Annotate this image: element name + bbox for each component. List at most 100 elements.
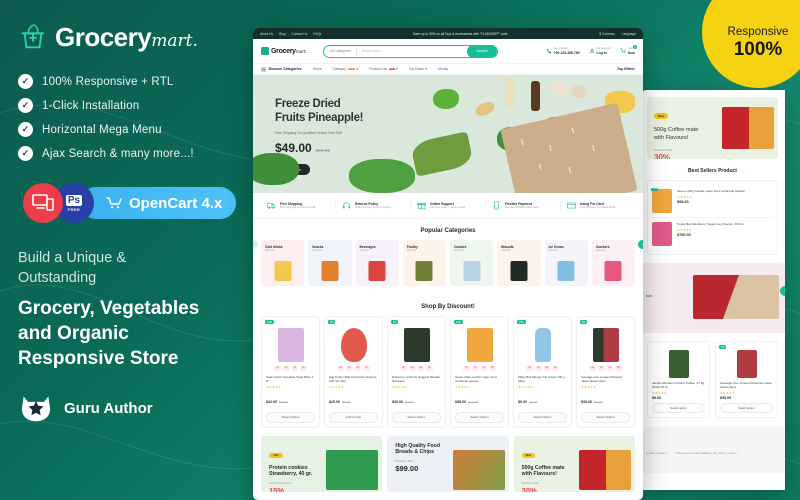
promo-banner-protein-cookies[interactable]: offer Protein cookies Strawberry, 40 gr.… [261, 435, 383, 492]
product-image [534, 328, 551, 362]
wide-chocolate-banner[interactable]: bar [640, 263, 785, 333]
topbar-link-about[interactable]: About Us [260, 32, 273, 36]
price-row: $30.00 $39.00 [392, 390, 441, 408]
nav-item-top-deals[interactable]: Top Deals ▾ [409, 67, 427, 71]
select-option-button[interactable]: Select option [652, 403, 705, 413]
dressing-bottle-image [505, 77, 514, 107]
select-option-button[interactable]: Select option [720, 403, 773, 413]
add-to-cart-button[interactable]: Add to Cart [329, 411, 378, 423]
select-option-button[interactable]: Select Option [581, 411, 630, 423]
category-view-all[interactable]: View All [265, 249, 304, 253]
product-price: $9.00 [652, 396, 661, 400]
paper-bag-image [500, 102, 638, 193]
currency-selector[interactable]: $ Currency [599, 32, 615, 36]
topbar-link-blog[interactable]: Blog [279, 32, 285, 36]
product-card[interactable]: 5% Sausage liver smoked Moscow native pl… [715, 341, 778, 418]
site-nav: Browse Categories Home Category new ▾ Prod… [253, 63, 643, 75]
product-card[interactable]: 10% 00 12 04 26 Green chilly powder supe… [450, 316, 509, 428]
product-card[interactable]: 15% 00 12 04 26 Milky Mist Mango fruit Y… [513, 316, 572, 428]
product-card[interactable]: 5% 00 12 04 26 Sausage liver smoked Mosc… [576, 316, 635, 428]
site-logo[interactable]: Grocerymart. [261, 47, 307, 55]
category-view-all[interactable]: View All [549, 249, 588, 253]
carousel-next-button[interactable]: › [638, 240, 643, 249]
category-card[interactable]: Beverages View All [355, 240, 399, 286]
promo-banner-coffee[interactable]: New 500g Coffee mate with Flavours! Week… [647, 97, 778, 159]
product-card[interactable]: 10% 00 12 04 26 Cake world Chocolate Toa… [261, 316, 320, 428]
header-actions: Need Help? +00 123-456-789 My Account Lo… [546, 45, 637, 55]
timer-cell: 12 [534, 366, 542, 371]
price-row: $22.00 $34.00 [266, 390, 315, 408]
category-card[interactable]: Crackers View All [591, 240, 635, 286]
category-image [415, 261, 433, 281]
divider [355, 47, 357, 55]
select-option-button[interactable]: Select Option [455, 411, 504, 423]
product-card[interactable]: 5% 00 12 04 26 Egg Kinder Milk-Chocolate… [324, 316, 383, 428]
category-view-all[interactable]: View All [454, 249, 493, 253]
nav-item-category[interactable]: Category new ▾ [333, 67, 358, 71]
nav-item-money[interactable]: Money [438, 67, 448, 71]
promo-banner-coffee-mate[interactable]: New 500g Coffee mate with Flavours! Week… [513, 435, 635, 492]
timer-cell: 12 [471, 366, 479, 371]
next-arrow-icon[interactable]: › [681, 169, 682, 173]
prev-arrow-icon[interactable]: ‹ [674, 169, 675, 173]
search-button[interactable]: Search [467, 45, 497, 57]
nav-item-home[interactable]: Home [313, 67, 322, 71]
category-view-all[interactable]: View All [501, 249, 540, 253]
category-card[interactable]: Poultry View All [402, 240, 446, 286]
product-card[interactable]: Jacobs Monarch Instant Coffee, 47.5g (Pa… [647, 341, 710, 418]
mushroom-image [571, 85, 587, 98]
search-input[interactable]: Search here... [362, 49, 468, 53]
logo-text-main: Grocery [271, 47, 296, 55]
check-icon: ✓ [18, 146, 33, 161]
language-selector[interactable]: Language [622, 32, 636, 36]
carousel-next-button[interactable]: › [780, 286, 785, 296]
rating-stars: ★★★★★ [329, 384, 344, 389]
search-bar[interactable]: All Categories Search here... Search [322, 44, 498, 58]
category-card[interactable]: Cookies View All [450, 240, 494, 286]
secondary-screenshot-mock: › New 500g Coffee mate with Flavours! We… [640, 90, 785, 490]
strip-subtitle: Pay with Multiple Credit cards [505, 205, 540, 209]
select-option-button[interactable]: Select Option [266, 411, 315, 423]
header-phone[interactable]: Need Help? +00 123-456-789 [546, 46, 580, 55]
category-view-all[interactable]: View All [407, 249, 446, 253]
nav-top-offers[interactable]: Top Offers! [617, 67, 635, 71]
feature-label: Horizontal Mega Menu [42, 123, 162, 136]
category-card[interactable]: Cold drinks View All [261, 240, 305, 286]
category-card[interactable]: Ice Cream View All [544, 240, 588, 286]
promo-banner-high-quality-food[interactable]: High Quality Food Breads & Chips Discoun… [387, 435, 509, 492]
brand-lockup: Grocerymart. [18, 22, 263, 52]
prev-arrow-icon[interactable]: ‹ [743, 169, 744, 173]
responsive-badge [23, 183, 63, 223]
category-view-all[interactable]: View All [596, 249, 635, 253]
select-option-button[interactable]: Select Option [392, 411, 441, 423]
header-cart[interactable]: 0 Cart Item [620, 45, 637, 55]
product-price: $30.00 [392, 399, 403, 404]
best-sellers-list: 35% Green chilly powder super food nutri… [647, 180, 778, 255]
browse-categories-button[interactable]: Browse Categories [261, 67, 302, 72]
account-value: Log In [596, 50, 607, 55]
category-view-all[interactable]: View All [360, 249, 399, 253]
topbar-link-contact[interactable]: Contact Us [292, 32, 308, 36]
hero-banner[interactable]: Freeze Dried Fruits Pineapple! Free Ship… [253, 75, 643, 193]
next-arrow-icon[interactable]: › [750, 169, 751, 173]
search-category-select[interactable]: All Categories [330, 49, 351, 53]
topbar-link-faqs[interactable]: FAQs [313, 32, 321, 36]
header-account[interactable]: My Account Log In [589, 46, 611, 55]
product-price: $9.00 [518, 399, 527, 404]
list-item[interactable]: Pepsi Max Raspberry Sugar Lay Flavour, 3… [652, 217, 773, 250]
select-option-button[interactable]: Select Option [518, 411, 567, 423]
product-name: Jacobs Monarch Instant Coffee, 47.5g (Pa… [652, 381, 705, 389]
nav-item-product-list[interactable]: Product List hot ▾ [369, 67, 398, 71]
shop-by-discount-title: Shop By Discount! [421, 304, 475, 310]
author-block: Guru Author [18, 393, 263, 423]
tech-badges: Ps FREE OpenCart 4.x [23, 183, 263, 223]
hero-subtitle: Free Shipping On Qualified Orders Over $… [275, 131, 343, 136]
product-image [277, 328, 304, 362]
list-item[interactable]: 35% Green chilly powder super food nutri… [651, 185, 773, 217]
product-old-price: $34.00 [279, 399, 288, 404]
rating-stars: ★★★★★ [392, 384, 407, 389]
product-card[interactable]: 9% 00 12 04 26 Dickson's nutrients Nugge… [387, 316, 446, 428]
category-card[interactable]: Biscuits View All [497, 240, 541, 286]
category-view-all[interactable]: View All [312, 249, 351, 253]
category-card[interactable]: Snacks View All [308, 240, 352, 286]
